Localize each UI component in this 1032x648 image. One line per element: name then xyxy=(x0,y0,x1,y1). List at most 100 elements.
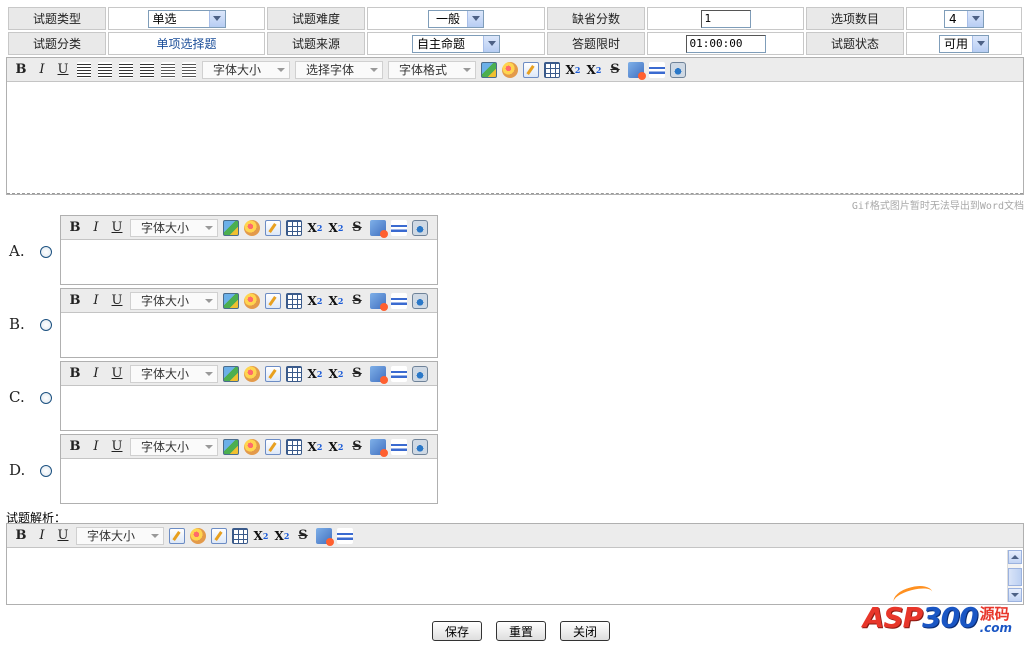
option-d-radio[interactable] xyxy=(40,465,52,477)
align-right-button[interactable] xyxy=(116,60,136,80)
insert-formula-icon[interactable] xyxy=(370,365,388,384)
edit-html-icon[interactable] xyxy=(523,61,539,78)
strikethrough-icon[interactable]: S xyxy=(605,60,625,80)
superscript-icon[interactable]: X2 xyxy=(328,220,344,236)
underline-button[interactable]: U xyxy=(107,364,127,384)
bold-button[interactable]: B xyxy=(65,364,85,384)
option-c-radio[interactable] xyxy=(40,392,52,404)
ordered-list-button[interactable] xyxy=(158,60,178,80)
insert-formula-icon[interactable] xyxy=(370,438,388,457)
align-left-button[interactable] xyxy=(74,60,94,80)
font-family-select[interactable]: 选择字体 xyxy=(295,60,383,79)
edit-html-icon[interactable] xyxy=(265,292,281,309)
underline-button[interactable]: U xyxy=(107,291,127,311)
reset-button[interactable]: 重置 xyxy=(496,621,546,641)
italic-button[interactable]: I xyxy=(32,526,52,546)
color-palette-icon[interactable] xyxy=(244,365,260,382)
scroll-up-icon[interactable] xyxy=(1008,550,1022,564)
scroll-down-icon[interactable] xyxy=(1008,588,1022,602)
horizontal-rule-icon[interactable] xyxy=(391,365,407,382)
insert-formula-icon[interactable] xyxy=(370,292,388,311)
insert-media-icon[interactable] xyxy=(670,61,686,78)
superscript-icon[interactable]: X2 xyxy=(586,62,602,78)
scroll-thumb[interactable] xyxy=(1008,568,1022,586)
insert-image-icon[interactable] xyxy=(481,61,497,78)
subscript-icon[interactable]: X2 xyxy=(307,220,323,236)
insert-image-icon[interactable] xyxy=(223,365,239,382)
subscript-icon[interactable]: X2 xyxy=(253,528,269,544)
source-select[interactable]: 自主命题 xyxy=(412,34,500,53)
insert-formula-icon[interactable] xyxy=(370,219,388,238)
edit-html-icon[interactable] xyxy=(265,438,281,455)
edit-html-icon[interactable] xyxy=(265,365,281,382)
option-a-radio[interactable] xyxy=(40,246,52,258)
font-size-select[interactable]: 字体大小 xyxy=(130,291,218,310)
font-size-select[interactable]: 字体大小 xyxy=(130,364,218,383)
insert-image-icon[interactable] xyxy=(223,219,239,236)
insert-table-icon[interactable] xyxy=(286,365,302,382)
strikethrough-icon[interactable]: S xyxy=(347,437,367,457)
edit-html-icon[interactable] xyxy=(265,219,281,236)
chevron-down-icon[interactable] xyxy=(467,10,483,27)
chevron-down-icon[interactable] xyxy=(967,10,983,27)
color-palette-icon[interactable] xyxy=(244,219,260,236)
time-limit-input[interactable]: 01:00:00 xyxy=(685,34,766,53)
bold-button[interactable]: B xyxy=(11,60,31,80)
horizontal-rule-icon[interactable] xyxy=(337,527,353,544)
insert-table-icon[interactable] xyxy=(286,438,302,455)
subscript-icon[interactable]: X2 xyxy=(307,293,323,309)
insert-formula-icon[interactable] xyxy=(628,61,646,80)
edit-icon[interactable] xyxy=(211,527,227,544)
analysis-text-area[interactable] xyxy=(7,548,1023,604)
analysis-scrollbar[interactable] xyxy=(1007,550,1022,602)
insert-media-icon[interactable] xyxy=(412,292,428,309)
edit-html-icon[interactable] xyxy=(169,527,185,544)
insert-media-icon[interactable] xyxy=(412,438,428,455)
option-c-text-area[interactable] xyxy=(61,386,437,430)
strikethrough-icon[interactable]: S xyxy=(347,364,367,384)
question-text-area[interactable] xyxy=(7,82,1023,194)
underline-button[interactable]: U xyxy=(107,218,127,238)
color-palette-icon[interactable] xyxy=(502,61,518,78)
color-palette-icon[interactable] xyxy=(244,438,260,455)
align-center-button[interactable] xyxy=(95,60,115,80)
underline-button[interactable]: U xyxy=(107,437,127,457)
type-select[interactable]: 单选 xyxy=(147,9,226,28)
insert-formula-icon[interactable] xyxy=(316,527,334,546)
horizontal-rule-icon[interactable] xyxy=(391,219,407,236)
superscript-icon[interactable]: X2 xyxy=(274,528,290,544)
underline-button[interactable]: U xyxy=(53,526,73,546)
bold-button[interactable]: B xyxy=(65,291,85,311)
italic-button[interactable]: I xyxy=(32,60,52,80)
subscript-icon[interactable]: X2 xyxy=(307,366,323,382)
difficulty-select[interactable]: 一般 xyxy=(428,9,484,28)
insert-table-icon[interactable] xyxy=(232,527,248,544)
status-select[interactable]: 可用 xyxy=(939,34,989,53)
font-size-select[interactable]: 字体大小 xyxy=(76,526,164,545)
insert-table-icon[interactable] xyxy=(286,219,302,236)
insert-image-icon[interactable] xyxy=(223,438,239,455)
color-palette-icon[interactable] xyxy=(244,292,260,309)
bold-button[interactable]: B xyxy=(65,218,85,238)
option-d-text-area[interactable] xyxy=(61,459,437,503)
option-count-select[interactable]: 4 xyxy=(944,9,984,28)
horizontal-rule-icon[interactable] xyxy=(391,438,407,455)
italic-button[interactable]: I xyxy=(86,437,106,457)
font-format-select[interactable]: 字体格式 xyxy=(388,60,476,79)
superscript-icon[interactable]: X2 xyxy=(328,293,344,309)
default-score-input[interactable]: 1 xyxy=(700,9,751,28)
insert-table-icon[interactable] xyxy=(286,292,302,309)
superscript-icon[interactable]: X2 xyxy=(328,439,344,455)
horizontal-rule-icon[interactable] xyxy=(649,61,665,78)
insert-image-icon[interactable] xyxy=(223,292,239,309)
strikethrough-icon[interactable]: S xyxy=(347,291,367,311)
option-a-text-area[interactable] xyxy=(61,240,437,284)
chevron-down-icon[interactable] xyxy=(972,35,988,52)
strikethrough-icon[interactable]: S xyxy=(293,526,313,546)
justify-button[interactable] xyxy=(137,60,157,80)
italic-button[interactable]: I xyxy=(86,291,106,311)
font-size-select[interactable]: 字体大小 xyxy=(202,60,290,79)
bold-button[interactable]: B xyxy=(65,437,85,457)
italic-button[interactable]: I xyxy=(86,364,106,384)
unordered-list-button[interactable] xyxy=(179,60,199,80)
